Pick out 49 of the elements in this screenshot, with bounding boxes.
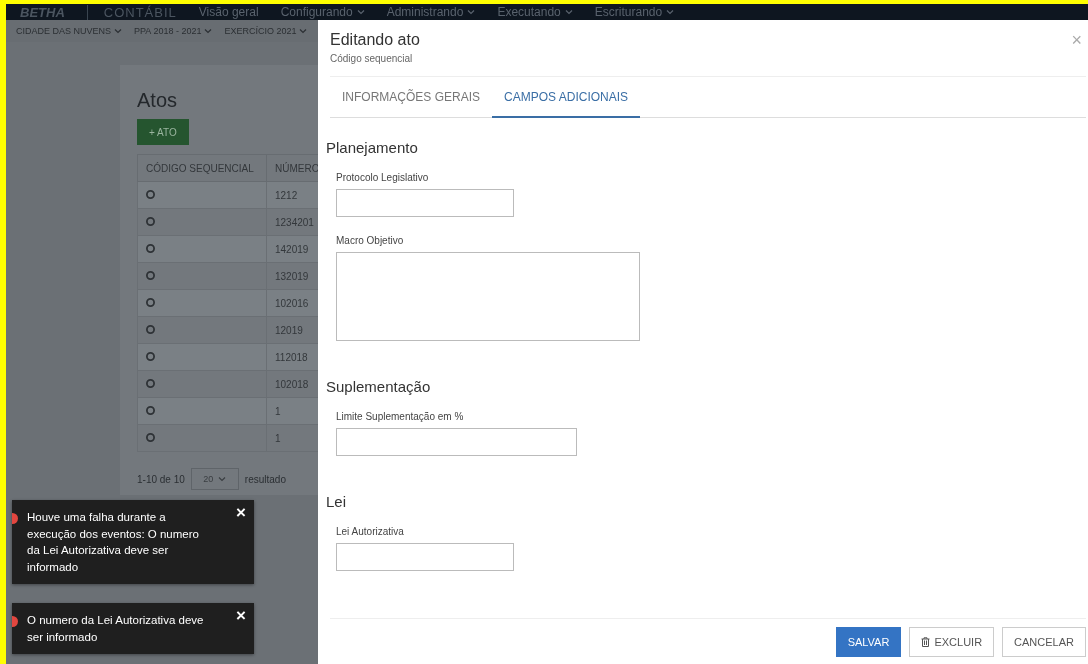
section-title: Lei <box>326 492 348 512</box>
input-field[interactable] <box>336 543 514 571</box>
page-title: Atos <box>137 88 179 113</box>
add-button[interactable]: + ATO <box>137 119 189 145</box>
modal-title: Editando ato <box>330 30 420 50</box>
expand-icon[interactable] <box>146 378 155 388</box>
section-title: Planejamento <box>326 138 419 158</box>
field-label: Macro Objetivo <box>336 235 405 246</box>
expand-icon[interactable] <box>146 243 155 253</box>
product-name: CONTÁBIL <box>86 4 177 20</box>
field-label: Lei Autorizativa <box>336 526 405 537</box>
expand-icon[interactable] <box>146 297 155 307</box>
pagination-range: 1-10 de 10 <box>137 473 185 485</box>
input-field[interactable] <box>336 428 577 456</box>
expand-icon[interactable] <box>146 216 155 226</box>
tab[interactable]: CAMPOS ADICIONAIS <box>492 77 641 118</box>
pagination-label: resultado <box>244 473 286 485</box>
toast-message: Houve uma falha durante a execução dos eventos: O numero da Lei Autorizativa deve ser informado <box>27 510 200 575</box>
brand-logo[interactable]: BETHA <box>20 4 65 20</box>
nav-menu-item[interactable]: Executando <box>497 5 573 19</box>
modal-subtitle: Código sequencial <box>330 53 414 64</box>
expand-icon[interactable] <box>146 432 155 442</box>
caret-icon <box>218 476 227 482</box>
trash-icon <box>921 636 931 647</box>
column-header[interactable]: CÓDIGO SEQUENCIAL <box>137 154 267 182</box>
delete-button[interactable]: EXCLUIR <box>909 626 995 657</box>
cancel-button[interactable]: CANCELAR <box>1002 626 1086 657</box>
text-area[interactable] <box>336 252 640 341</box>
section-title: Suplementação <box>326 377 432 397</box>
input-field[interactable] <box>336 189 514 217</box>
expand-icon[interactable] <box>146 405 155 415</box>
toast-message: O numero da Lei Autorizativa deve ser informado <box>27 613 205 645</box>
expand-icon[interactable] <box>146 189 155 199</box>
context-selector[interactable]: EXERCÍCIO 2021 <box>224 26 308 36</box>
expand-icon[interactable] <box>146 351 155 361</box>
expand-icon[interactable] <box>146 270 155 280</box>
close-button[interactable]: × <box>236 607 246 624</box>
expand-icon[interactable] <box>146 324 155 334</box>
nav-menu-item[interactable]: Escriturando <box>594 5 675 19</box>
close-button[interactable]: × <box>1071 31 1082 49</box>
field-label: Protocolo Legislativo <box>336 172 430 183</box>
tab[interactable]: INFORMAÇÕES GERAIS <box>330 77 493 118</box>
field-label: Limite Suplementação em % <box>336 411 465 422</box>
nav-menu-item[interactable]: Configurando <box>280 5 365 19</box>
nav-menu-item[interactable]: Administrando <box>386 5 476 19</box>
nav-menu-item[interactable]: Visão geral <box>198 5 259 19</box>
save-button[interactable]: SALVAR <box>835 626 902 657</box>
context-selector[interactable]: PPA 2018 - 2021 <box>134 26 213 36</box>
close-button[interactable]: × <box>236 504 246 521</box>
